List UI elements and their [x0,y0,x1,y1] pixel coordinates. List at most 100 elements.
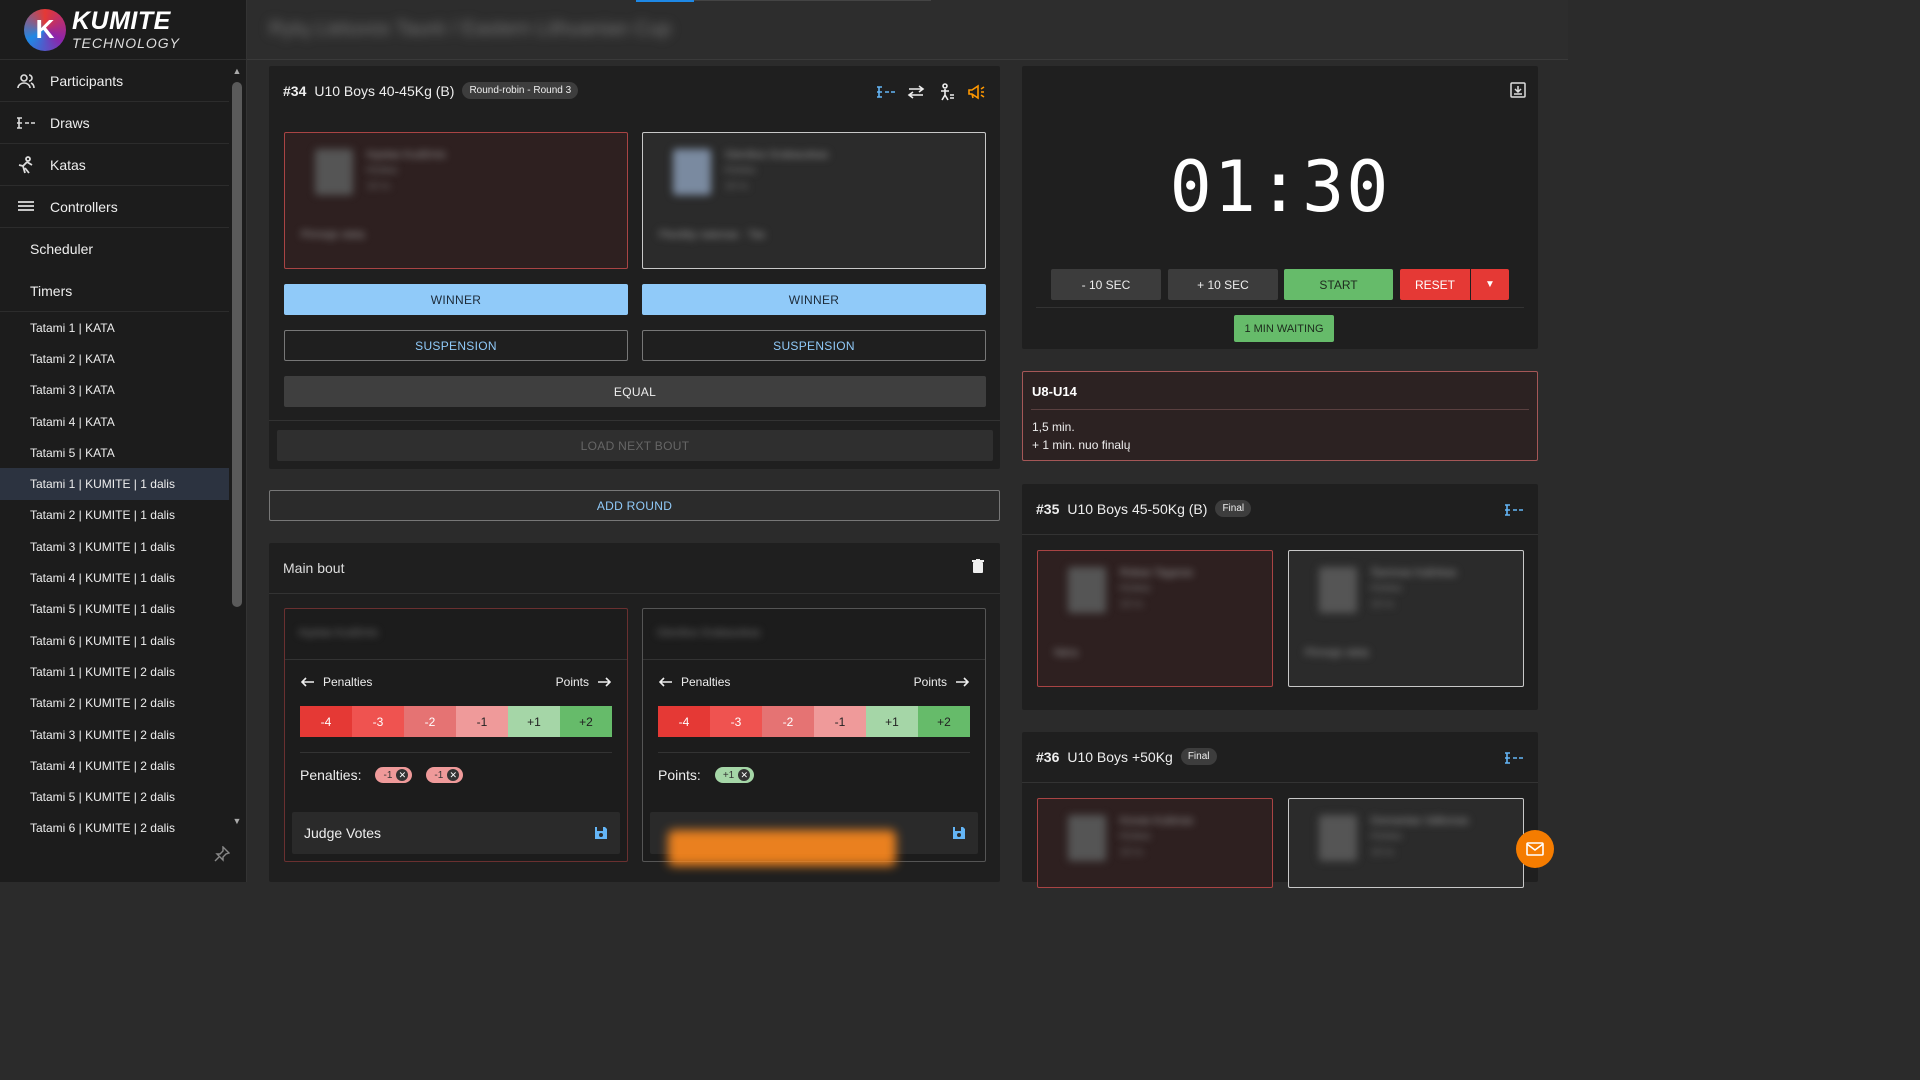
red-suspension-button[interactable]: SUSPENSION [284,330,628,361]
sidebar-item-tatami[interactable]: Tatami 1 | KATA [0,312,229,343]
sidebar-item-katas[interactable]: Katas [0,144,229,186]
sidebar-item-tatami[interactable]: Tatami 4 | KUMITE | 2 dalis [0,750,229,781]
white-suspension-button[interactable]: SUSPENSION [642,330,986,361]
score-button-minus3[interactable]: -3 [352,706,404,737]
participants-icon [16,71,36,91]
score-button-minus2[interactable]: -2 [762,706,814,737]
penalty-tag[interactable]: -1 ✕ [426,767,464,783]
points-direction[interactable]: Points [556,675,611,689]
sidebar-item-scheduler[interactable]: Scheduler [0,228,229,270]
competitor-club: Klubas [1120,583,1151,594]
sidebar-item-tatami[interactable]: Tatami 4 | KUMITE | 1 dalis [0,562,229,593]
scroll-down-icon[interactable]: ▼ [232,816,242,826]
white-competitor-card[interactable]: Domantas Valkonas Klubas 10 m. [1288,798,1524,888]
referee-icon[interactable] [936,82,956,102]
sidebar-item-timers[interactable]: Timers [0,270,229,312]
equal-button[interactable]: EQUAL [284,376,986,407]
white-competitor-card[interactable]: Gierdius Grabauskas Klubas 10 m. Flexibl… [642,132,986,269]
sidebar-item-tatami[interactable]: Tatami 6 | KUMITE | 1 dalis [0,625,229,656]
sidebar-item-tatami[interactable]: Tatami 2 | KUMITE | 1 dalis [0,500,229,531]
add-round-button[interactable]: ADD ROUND [269,490,1000,521]
score-button-minus1[interactable]: -1 [456,706,508,737]
remove-icon[interactable]: ✕ [396,769,409,781]
draws-icon[interactable] [1504,748,1524,768]
katas-icon [16,155,36,175]
sidebar-item-tatami[interactable]: Tatami 5 | KATA [0,437,229,468]
logo-mark-icon: K [24,8,66,51]
red-competitor-card[interactable]: Rokas Tagaras Klubas 10 m. Nėra [1037,550,1273,687]
competitor-age: 10 m. [1120,847,1146,858]
mail-fab-button[interactable] [1516,830,1554,868]
sidebar-item-draws[interactable]: Draws [0,102,229,144]
tatami-list: Tatami 1 | KATA Tatami 2 | KATA Tatami 3 |… [0,312,229,842]
white-competitor-card[interactable]: Šarūnas Kalinkas Klubas 10 m. Pirmojo vi… [1288,550,1524,687]
sidebar-item-tatami[interactable]: Tatami 5 | KUMITE | 1 dalis [0,594,229,625]
save-icon[interactable] [594,826,608,840]
divider [285,659,627,660]
sidebar-item-tatami[interactable]: Tatami 2 | KATA [0,343,229,374]
sidebar-scrollbar[interactable]: ▲ ▼ [231,66,243,826]
download-icon[interactable] [1510,82,1526,103]
score-button-minus4[interactable]: -4 [300,706,352,737]
sidebar-item-tatami[interactable]: Tatami 3 | KUMITE | 1 dalis [0,531,229,562]
score-button-plus1[interactable]: +1 [508,706,560,737]
competitor-name: Šarūnas Kalinkas [1371,567,1457,579]
remove-icon[interactable]: ✕ [447,769,460,781]
score-button-plus2[interactable]: +2 [560,706,612,737]
white-winner-button[interactable]: WINNER [642,284,986,315]
point-tag[interactable]: +1 ✕ [714,767,755,783]
sidebar-item-participants[interactable]: Participants [0,60,229,102]
arrow-left-icon [659,677,672,687]
sidebar-item-tatami[interactable]: Tatami 2 | KUMITE | 2 dalis [0,688,229,719]
sidebar-item-tatami[interactable]: Tatami 1 | KUMITE | 1 dalis [0,468,229,500]
arrow-right-icon [598,677,611,687]
trash-icon[interactable] [972,559,986,575]
red-competitor-card[interactable]: Kęstas Kudžmis Klubas 10 m. Pirmojo viet… [284,132,628,269]
white-summary: Points: +1 ✕ [658,767,755,783]
penalties-direction[interactable]: Penalties [659,675,730,689]
competitor-club: Klubas [1371,831,1402,842]
red-winner-button[interactable]: WINNER [284,284,628,315]
sidebar-item-tatami[interactable]: Tatami 5 | KUMITE | 2 dalis [0,781,229,812]
competitor-note: Nėra [1054,647,1078,659]
save-icon[interactable] [952,826,966,840]
score-button-plus2[interactable]: +2 [918,706,970,737]
sidebar-item-tatami[interactable]: Tatami 3 | KUMITE | 2 dalis [0,719,229,750]
points-direction[interactable]: Points [914,675,969,689]
reset-button[interactable]: RESET [1400,269,1470,300]
minus-10-sec-button[interactable]: - 10 SEC [1051,269,1161,300]
sidebar-item-tatami[interactable]: Tatami 3 | KATA [0,375,229,406]
announce-icon[interactable] [966,82,986,102]
pin-icon[interactable] [214,845,232,864]
score-button-minus2[interactable]: -2 [404,706,456,737]
scroll-up-icon[interactable]: ▲ [232,66,242,76]
load-next-bout-button[interactable]: LOAD NEXT BOUT [277,430,993,461]
remove-icon[interactable]: ✕ [738,769,751,781]
judge-votes-box[interactable]: Judge Votes [292,812,620,854]
bout-number: #34 [283,82,307,99]
draws-icon[interactable] [1504,500,1524,520]
start-button[interactable]: START [1284,269,1393,300]
score-button-minus3[interactable]: -3 [710,706,762,737]
sidebar-item-tatami[interactable]: Tatami 6 | KUMITE | 2 dalis [0,813,229,842]
logo[interactable]: K KUMITE TECHNOLOGY [0,0,246,60]
one-min-waiting-button[interactable]: 1 MIN WAITING [1234,315,1334,342]
penalties-direction[interactable]: Penalties [301,675,372,689]
points-label: Points [913,675,947,689]
sidebar-item-tatami[interactable]: Tatami 4 | KATA [0,406,229,437]
score-button-minus1[interactable]: -1 [814,706,866,737]
sidebar-item-controllers[interactable]: Controllers [0,186,229,228]
score-button-minus4[interactable]: -4 [658,706,710,737]
plus-10-sec-button[interactable]: + 10 SEC [1168,269,1278,300]
swap-icon[interactable] [906,82,926,102]
score-card-name: Gierdius Grabauskas [657,627,761,639]
penalty-tag[interactable]: -1 ✕ [375,767,413,783]
top-bar: Rytų Lietuvos Taurė / Eastern Lithuanian… [247,0,1568,60]
score-button-plus1[interactable]: +1 [866,706,918,737]
draws-icon[interactable] [876,82,896,102]
scroll-thumb[interactable] [232,82,242,607]
penalties-points-row: Penalties Points [301,675,611,689]
sidebar-item-tatami[interactable]: Tatami 1 | KUMITE | 2 dalis [0,656,229,687]
reset-menu-button[interactable]: ▼ [1471,269,1509,300]
red-competitor-card[interactable]: Kovas Kubinas Klubas 10 m. [1037,798,1273,888]
